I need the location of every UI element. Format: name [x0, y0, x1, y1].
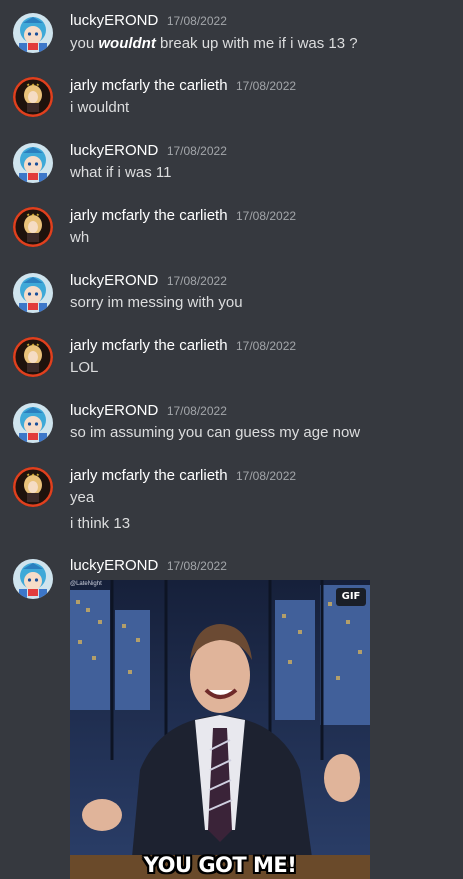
timestamp: 17/08/2022	[166, 274, 227, 288]
message-text: what if i was 11	[70, 164, 172, 181]
svg-text:★ ★ ★: ★ ★ ★	[26, 342, 40, 347]
emphasis-text: wouldnt	[98, 35, 156, 52]
message-header: luckyEROND 17/08/2022	[70, 141, 227, 161]
username[interactable]: luckyEROND	[70, 12, 158, 29]
timestamp: 17/08/2022	[236, 339, 297, 353]
username[interactable]: luckyEROND	[70, 402, 158, 419]
cirno-avatar-icon[interactable]	[13, 273, 53, 313]
message-header: luckyEROND 17/08/2022	[70, 401, 227, 421]
message-text: yea	[70, 489, 95, 506]
anime-girl-avatar-icon[interactable]: ★ ★ ★	[13, 467, 53, 507]
svg-text:★ ★ ★: ★ ★ ★	[26, 472, 40, 477]
username[interactable]: luckyEROND	[70, 557, 158, 574]
timestamp: 17/08/2022	[166, 404, 227, 418]
message-header: luckyEROND 17/08/2022	[70, 11, 227, 31]
username[interactable]: jarly mcfarly the carlieth	[70, 337, 228, 354]
cirno-avatar-icon[interactable]	[13, 559, 53, 599]
message-text: wh	[70, 229, 90, 246]
message-header: jarly mcfarly the carlieth 17/08/2022	[70, 336, 296, 356]
message-text: so im assuming you can guess my age now	[70, 424, 361, 441]
anime-girl-avatar-icon[interactable]: ★ ★ ★	[13, 337, 53, 377]
message-header: jarly mcfarly the carlieth 17/08/2022	[70, 206, 296, 226]
timestamp: 17/08/2022	[166, 144, 227, 158]
gif-image	[70, 580, 370, 879]
timestamp: 17/08/2022	[166, 14, 227, 28]
username[interactable]: jarly mcfarly the carlieth	[70, 467, 228, 484]
message-header: jarly mcfarly the carlieth 17/08/2022	[70, 76, 296, 96]
message-text: you wouldnt break up with me if i was 13…	[70, 35, 358, 52]
anime-girl-avatar-icon[interactable]: ★ ★ ★	[13, 77, 53, 117]
timestamp: 17/08/2022	[166, 559, 227, 573]
gif-badge: GIF	[336, 588, 366, 606]
message-header: jarly mcfarly the carlieth 17/08/2022	[70, 466, 296, 486]
message-text: LOL	[70, 359, 99, 376]
timestamp: 17/08/2022	[236, 209, 297, 223]
username[interactable]: luckyEROND	[70, 272, 158, 289]
username[interactable]: jarly mcfarly the carlieth	[70, 77, 228, 94]
svg-text:★ ★ ★: ★ ★ ★	[26, 82, 40, 87]
timestamp: 17/08/2022	[236, 79, 297, 93]
message-text: sorry im messing with you	[70, 294, 243, 311]
cirno-avatar-icon[interactable]	[13, 143, 53, 183]
username[interactable]: jarly mcfarly the carlieth	[70, 207, 228, 224]
message-header: luckyEROND 17/08/2022	[70, 271, 227, 291]
gif-caption: YOU GOT ME!	[143, 853, 297, 877]
cirno-avatar-icon[interactable]	[13, 13, 53, 53]
message-header: luckyEROND 17/08/2022	[70, 556, 227, 576]
svg-text:★ ★ ★: ★ ★ ★	[26, 212, 40, 217]
message-text: i think 13	[70, 515, 131, 532]
timestamp: 17/08/2022	[236, 469, 297, 483]
username[interactable]: luckyEROND	[70, 142, 158, 159]
gif-credit: @LateNight	[70, 581, 102, 587]
anime-girl-avatar-icon[interactable]: ★ ★ ★	[13, 207, 53, 247]
cirno-avatar-icon[interactable]	[13, 403, 53, 443]
gif-attachment[interactable]: @LateNight GIF YOU GOT ME!	[70, 580, 370, 879]
message-text: i wouldnt	[70, 99, 130, 116]
